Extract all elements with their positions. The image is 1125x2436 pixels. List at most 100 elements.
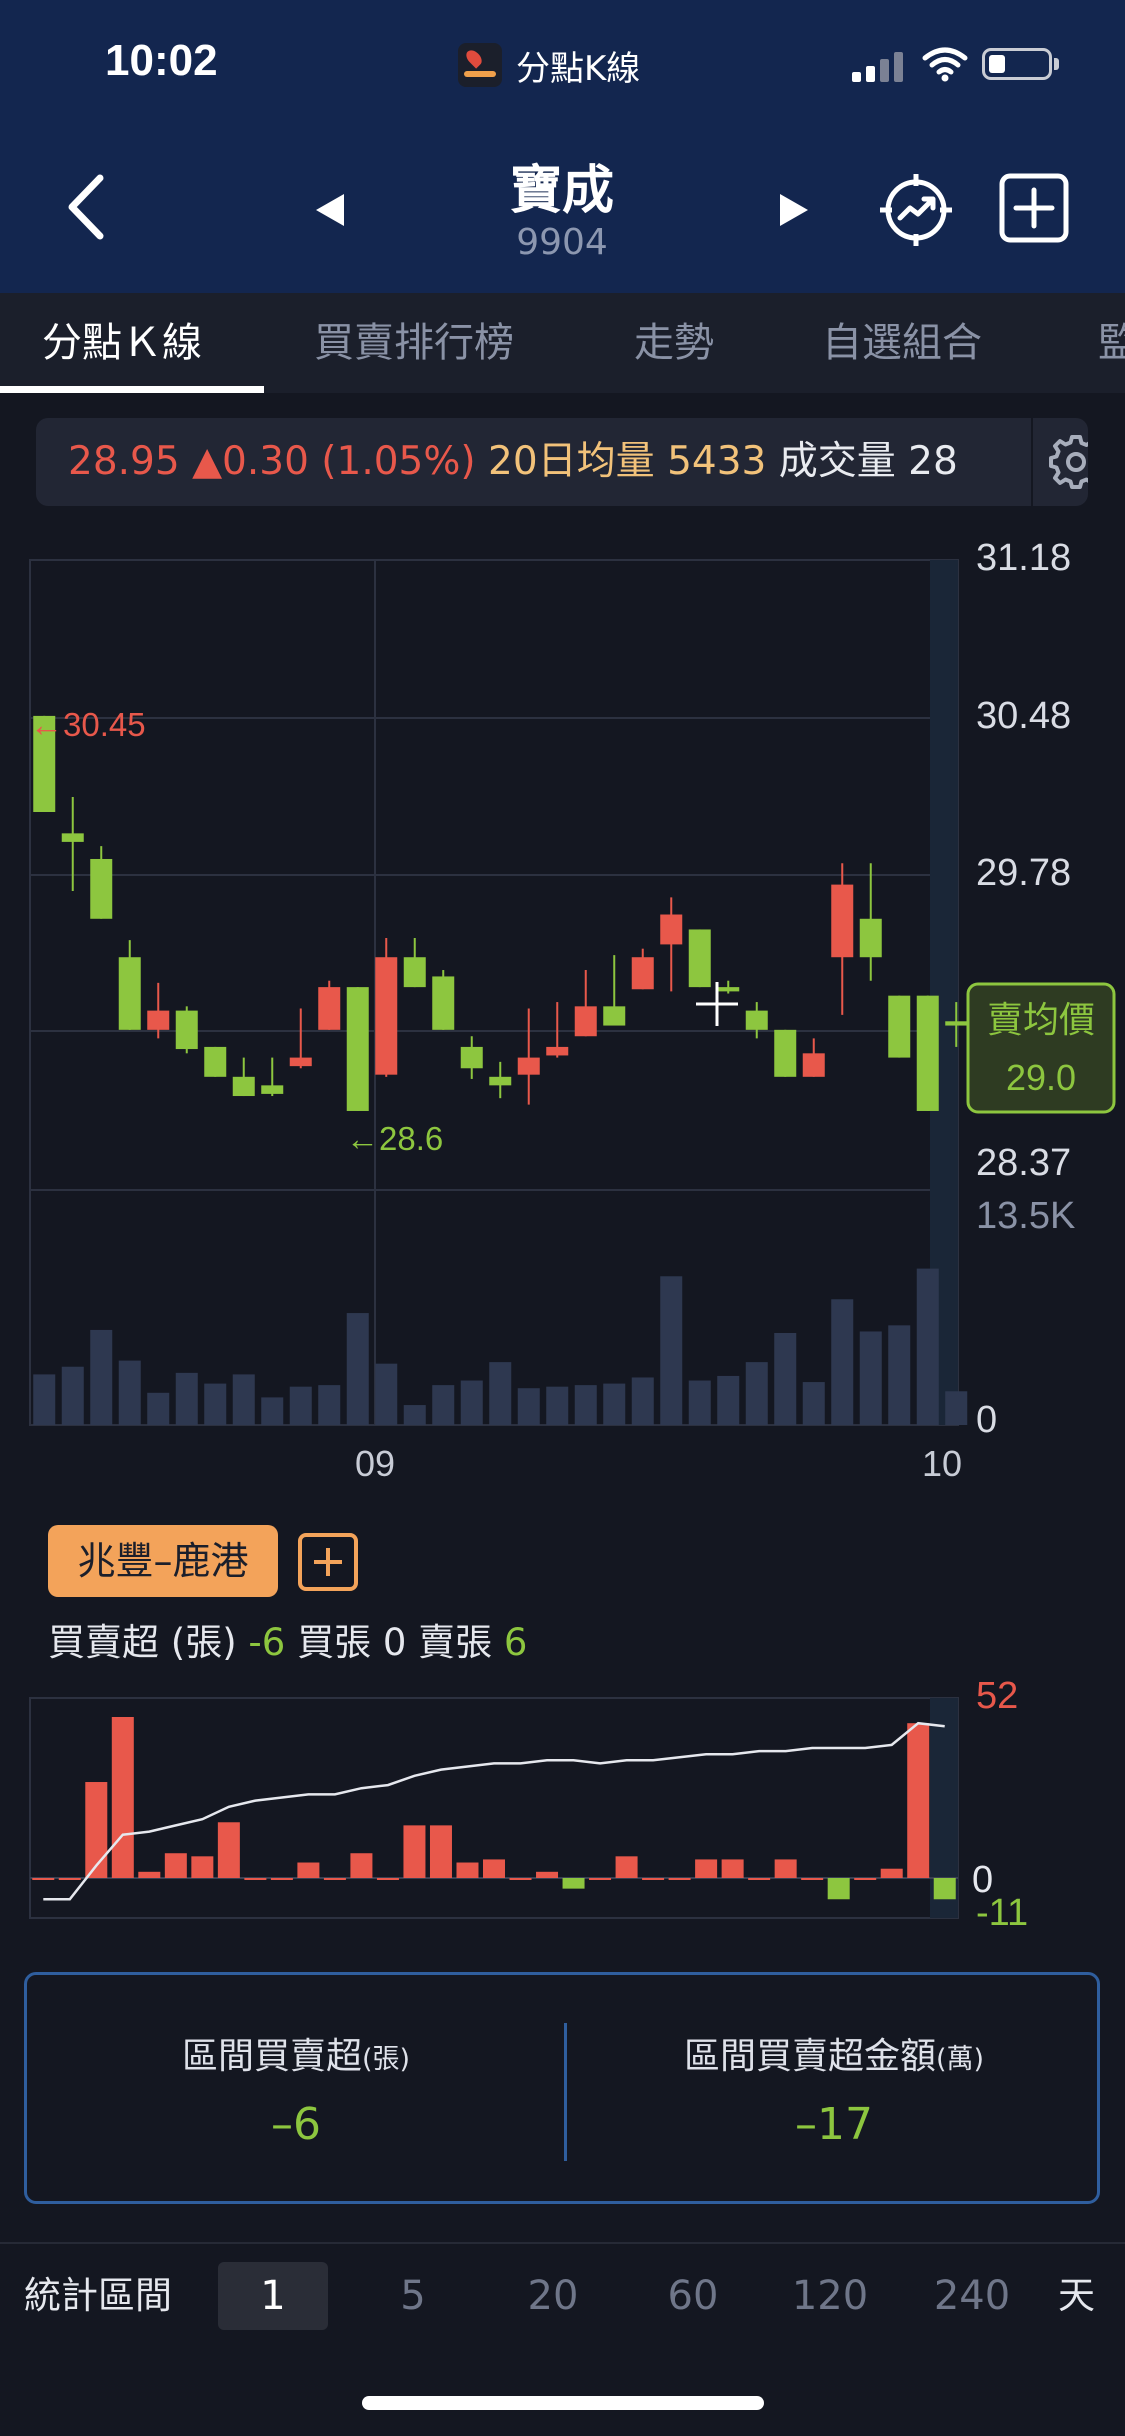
volume-bar xyxy=(745,1362,768,1425)
volume-bar xyxy=(517,1388,540,1425)
volume-bar xyxy=(375,1363,398,1425)
net-bar xyxy=(32,1878,55,1880)
volume-tick-zero: 0 xyxy=(976,1399,997,1441)
candle-body xyxy=(831,884,854,958)
net-tick-min: -11 xyxy=(976,1892,1028,1934)
sell-value: 6 xyxy=(503,1621,528,1664)
volume-bar xyxy=(489,1362,512,1425)
tab-bar: 分點Ｋ線 買賣排行榜 走勢 自選組合 監 xyxy=(0,293,1125,393)
candle-body xyxy=(859,918,882,958)
net-bar xyxy=(615,1856,638,1878)
net-bar xyxy=(111,1717,134,1878)
candle-body xyxy=(375,957,398,1075)
add-broker-icon[interactable] xyxy=(298,1533,358,1591)
net-bar xyxy=(350,1853,373,1878)
candle-body xyxy=(403,957,426,988)
add-watchlist-icon[interactable] xyxy=(998,172,1070,244)
net-bar xyxy=(270,1878,293,1880)
candle-body xyxy=(745,1010,768,1030)
candle-body xyxy=(688,929,711,988)
net-bar xyxy=(933,1878,956,1900)
candle-body xyxy=(546,1046,569,1056)
stock-code: 9904 xyxy=(516,222,608,263)
battery-nub xyxy=(1054,58,1059,70)
volume-bar xyxy=(346,1313,369,1425)
quote-price: 28.95 xyxy=(68,439,180,484)
period-option-20[interactable]: 20 xyxy=(498,2262,608,2330)
tab-trade-ranking[interactable]: 買賣排行榜 xyxy=(314,293,514,393)
broker-kline-chart[interactable]: ←30.45 ←28.6 31.18 30.48 29.78 28.37 13.… xyxy=(0,520,1125,1940)
net-bar xyxy=(854,1878,877,1880)
interval-net-lots-unit: (張) xyxy=(361,2044,411,2075)
net-bar xyxy=(244,1878,267,1880)
period-option-5[interactable]: 5 xyxy=(358,2262,468,2330)
tab-trend[interactable]: 走勢 xyxy=(634,293,714,393)
volume-tick-max: 13.5K xyxy=(976,1195,1075,1237)
sell-label: 賣張 xyxy=(418,1621,493,1664)
net-bar xyxy=(801,1878,824,1880)
tab-monitor[interactable]: 監 xyxy=(1098,293,1125,393)
tab-broker-kline[interactable]: 分點Ｋ線 xyxy=(42,293,202,393)
net-bar xyxy=(138,1871,161,1878)
volume-bar xyxy=(175,1372,198,1425)
volume-bar xyxy=(289,1386,312,1425)
volume-bars xyxy=(33,1268,968,1425)
trend-target-icon[interactable] xyxy=(878,172,954,248)
net-bar xyxy=(456,1862,479,1878)
interval-net-lots-label: 區間買賣超 xyxy=(181,2036,362,2077)
badge-value: 29.0 xyxy=(1006,1057,1076,1098)
volume-bar xyxy=(631,1377,654,1425)
price-grid xyxy=(30,560,958,1425)
period-selector: 統計區間 1 5 20 60 120 240 天 xyxy=(0,2242,1125,2346)
quote-change: ▲0.30 (1.05%) xyxy=(192,439,476,484)
candle-body xyxy=(90,858,113,919)
period-option-1[interactable]: 1 xyxy=(218,2262,328,2330)
app-switcher[interactable]: 分點K線 xyxy=(458,40,640,90)
period-option-240[interactable]: 240 xyxy=(912,2262,1032,2330)
net-bar xyxy=(668,1878,691,1880)
back-chevron-icon[interactable] xyxy=(62,172,112,242)
home-indicator[interactable] xyxy=(362,2396,764,2410)
candle-body xyxy=(175,1010,198,1050)
net-bar xyxy=(164,1853,187,1878)
interval-net-lots: 區間買賣超(張) –6 xyxy=(27,1975,565,2201)
period-option-60[interactable]: 60 xyxy=(638,2262,748,2330)
app-name: 分點K線 xyxy=(516,48,641,89)
buy-label: 買張 xyxy=(297,1621,372,1664)
candle-body xyxy=(888,995,911,1058)
volume-bar xyxy=(261,1397,284,1425)
volume-bar xyxy=(888,1325,911,1425)
broker-net-summary: 買賣超 (張) -6 買張 0 賣張 6 xyxy=(48,1612,527,1666)
stock-name: 寶成 xyxy=(509,161,614,221)
interval-summary-card: 區間買賣超(張) –6 區間買賣超金額(萬) –17 xyxy=(24,1972,1100,2204)
net-bar xyxy=(297,1862,320,1878)
tab-watchlist-group[interactable]: 自選組合 xyxy=(822,293,982,393)
candle-body xyxy=(802,1053,825,1077)
interval-net-amount-label: 區間買賣超金額 xyxy=(683,2036,936,2077)
candle-body xyxy=(346,987,369,1111)
candle-body xyxy=(204,1046,227,1077)
net-bar xyxy=(642,1878,665,1880)
period-unit: 天 xyxy=(1058,2274,1095,2317)
previous-stock-icon[interactable] xyxy=(312,190,348,230)
badge-label: 賣均價 xyxy=(987,1000,1095,1041)
status-bar: 10:02 分點K線 xyxy=(0,0,1125,120)
wifi-icon xyxy=(922,47,968,82)
volume-bar xyxy=(831,1299,854,1425)
net-label: 買賣超 (張) xyxy=(48,1621,237,1664)
app-header: 10:02 分點K線 寶成 9904 xyxy=(0,0,1125,293)
broker-branch-tag[interactable]: 兆豐–鹿港 xyxy=(48,1525,278,1597)
net-bar xyxy=(774,1859,797,1878)
buy-value: 0 xyxy=(382,1621,407,1664)
volume-bar xyxy=(945,1391,968,1425)
settings-gear-icon[interactable] xyxy=(1046,432,1088,492)
net-bar xyxy=(376,1878,399,1880)
net-bar xyxy=(536,1871,559,1878)
next-stock-icon[interactable] xyxy=(776,190,812,230)
volume-bar xyxy=(232,1374,255,1425)
candle-body xyxy=(432,976,455,1030)
candle-body xyxy=(916,995,939,1111)
volume-bar xyxy=(660,1276,683,1425)
net-bar xyxy=(589,1878,612,1880)
period-option-120[interactable]: 120 xyxy=(770,2262,890,2330)
